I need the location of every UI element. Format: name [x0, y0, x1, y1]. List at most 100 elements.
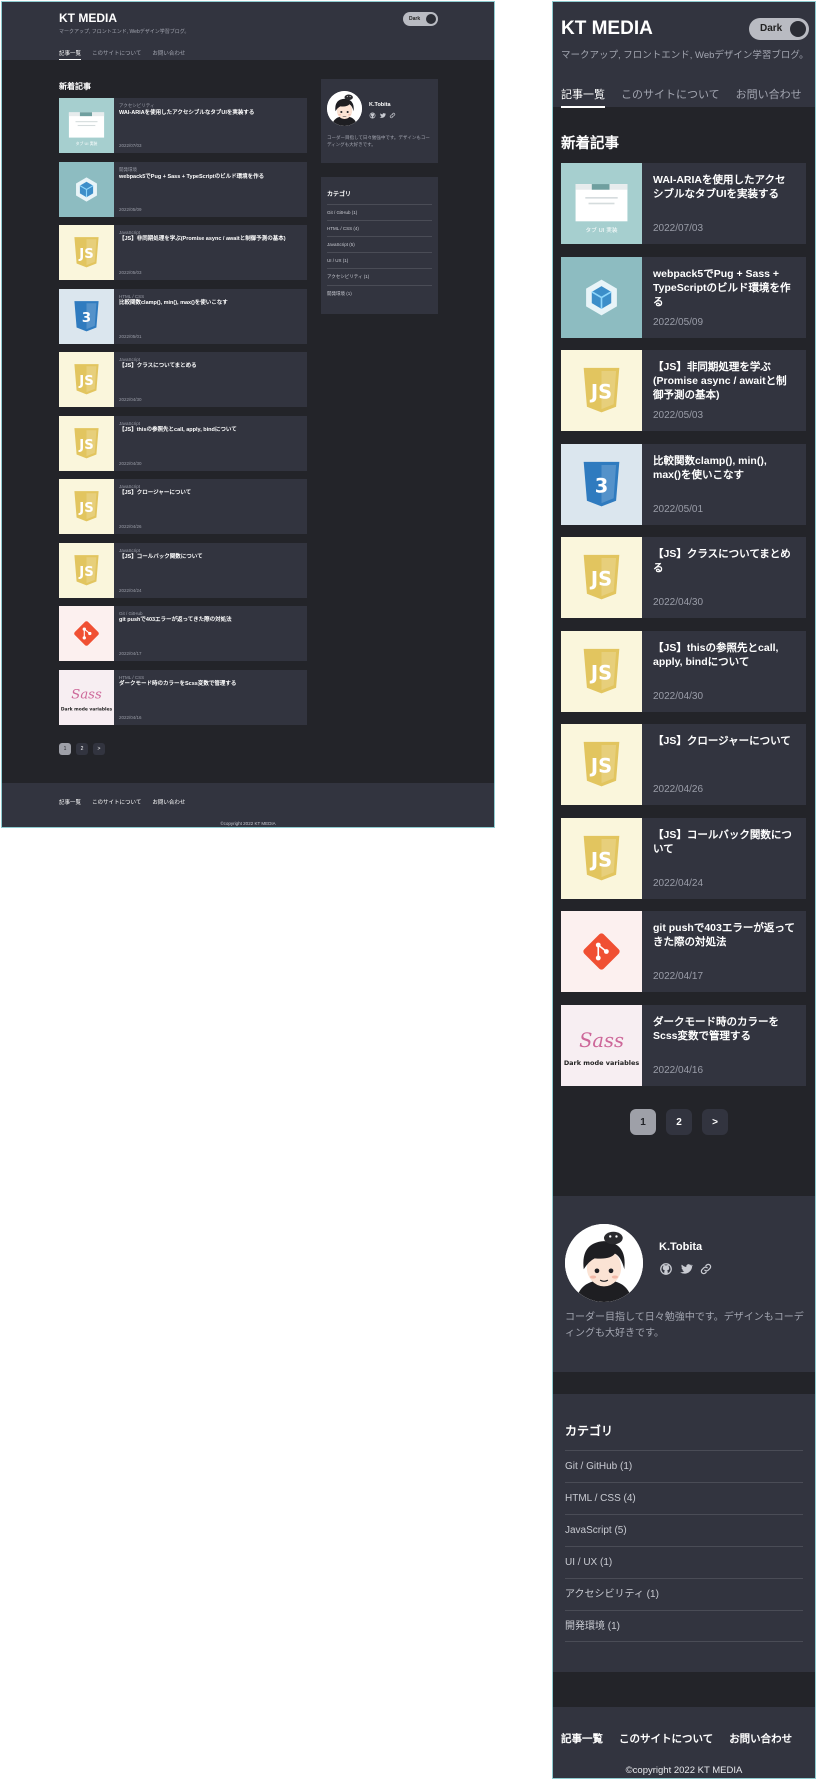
- article-card[interactable]: JS 【JS】thisの参照先とcall, apply, bindについて 202…: [561, 630, 806, 712]
- article-title[interactable]: 【JS】クロージャーについて: [653, 734, 795, 748]
- article-title[interactable]: 【JS】thisの参照先とcall, apply, bindについて: [653, 641, 795, 669]
- article-title[interactable]: WAI-ARIAを使用したアクセシブルなタブUIを実装する: [653, 173, 795, 201]
- webpack-icon[interactable]: [561, 256, 642, 338]
- article-category[interactable]: 開発環境: [119, 167, 302, 173]
- article-title[interactable]: 【JS】thisの参照先とcall, apply, bindについて: [119, 427, 302, 434]
- category-item[interactable]: HTML / CSS (4): [327, 220, 432, 236]
- article-card[interactable]: JS JavaScript 【JS】クロージャーについて 2022/04/26: [59, 479, 307, 534]
- article-card[interactable]: JS JavaScript 【JS】非同期処理を学ぶ(Promise async …: [59, 225, 307, 280]
- article-title[interactable]: 比較関数clamp(), min(), max()を使いこなす: [653, 454, 795, 482]
- sass-icon[interactable]: Sass Dark mode variables: [59, 669, 114, 725]
- page-1-button[interactable]: 1: [59, 743, 71, 755]
- nav-item-about[interactable]: このサイトについて: [621, 86, 720, 108]
- next-page-button[interactable]: >: [93, 743, 105, 755]
- category-item[interactable]: 開発環境 (1): [327, 285, 432, 302]
- git-icon[interactable]: [59, 606, 114, 661]
- category-item[interactable]: アクセシビリティ (1): [327, 268, 432, 285]
- category-item[interactable]: UI / UX (1): [565, 1546, 803, 1578]
- article-card[interactable]: JS JavaScript 【JS】コールバック関数について 2022/04/24: [59, 542, 307, 598]
- twitter-icon[interactable]: [679, 1262, 693, 1276]
- nav-item-contact[interactable]: お問い合わせ: [736, 86, 802, 108]
- article-card[interactable]: JS JavaScript 【JS】クラスについてまとめる 2022/04/30: [59, 352, 307, 407]
- category-item[interactable]: JavaScript (5): [565, 1514, 803, 1546]
- javascript-icon[interactable]: JS: [561, 350, 642, 431]
- footer-nav-about[interactable]: このサイトについて: [92, 798, 141, 806]
- category-item[interactable]: Git / GitHub (1): [327, 204, 432, 220]
- link-icon[interactable]: [389, 112, 396, 119]
- github-icon[interactable]: [369, 112, 376, 119]
- javascript-icon[interactable]: JS: [561, 724, 642, 805]
- twitter-icon[interactable]: [379, 112, 386, 119]
- javascript-icon[interactable]: JS: [561, 817, 642, 899]
- article-category[interactable]: JavaScript: [119, 230, 302, 235]
- article-category[interactable]: アクセシビリティ: [119, 103, 302, 109]
- article-card[interactable]: Sass Dark mode variables HTML / CSS ダークモード…: [59, 669, 307, 725]
- article-title[interactable]: 【JS】非同期処理を学ぶ(Promise async / awaitと制御予測の…: [119, 236, 302, 243]
- site-logo[interactable]: KT MEDIA: [561, 18, 653, 40]
- footer-nav-articles[interactable]: 記事一覧: [59, 798, 81, 806]
- article-category[interactable]: Git / GitHub: [119, 611, 302, 616]
- article-category[interactable]: JavaScript: [119, 357, 302, 362]
- javascript-icon[interactable]: JS: [59, 415, 114, 471]
- article-card[interactable]: タブ UI 実装 アクセシビリティ WAI-ARIAを使用したアクセシブルなタブUI…: [59, 98, 307, 153]
- git-icon[interactable]: [561, 911, 642, 992]
- article-card[interactable]: タブ UI 実装 WAI-ARIAを使用したアクセシブルなタブUIを実装する 202…: [561, 163, 806, 244]
- javascript-icon[interactable]: JS: [561, 537, 642, 618]
- css3-icon[interactable]: 3: [561, 443, 642, 525]
- link-icon[interactable]: [699, 1262, 713, 1276]
- article-card[interactable]: JS 【JS】非同期処理を学ぶ(Promise async / awaitと制御…: [561, 350, 806, 431]
- article-card[interactable]: JS JavaScript 【JS】thisの参照先とcall, apply, b…: [59, 415, 307, 471]
- nav-item-articles[interactable]: 記事一覧: [59, 49, 82, 60]
- nav-item-articles[interactable]: 記事一覧: [561, 86, 605, 108]
- article-title[interactable]: webpack5でPug + Sass + TypeScriptのビルド環境を作…: [119, 174, 302, 181]
- css3-icon[interactable]: 3: [59, 288, 114, 344]
- page-2-button[interactable]: 2: [666, 1109, 692, 1135]
- article-category[interactable]: JavaScript: [119, 548, 302, 553]
- page-1-button[interactable]: 1: [630, 1109, 656, 1135]
- javascript-icon[interactable]: JS: [561, 630, 642, 712]
- category-item[interactable]: 開発環境 (1): [565, 1610, 803, 1642]
- article-card[interactable]: 3 HTML / CSS 比較関数clamp(), min(), max()を使い…: [59, 288, 307, 344]
- article-title[interactable]: 【JS】コールバック関数について: [119, 554, 302, 561]
- article-title[interactable]: 【JS】非同期処理を学ぶ(Promise async / awaitと制御予測の…: [653, 360, 795, 403]
- tab-ui-icon[interactable]: タブ UI 実装: [561, 163, 642, 244]
- javascript-icon[interactable]: JS: [59, 352, 114, 407]
- theme-toggle[interactable]: Dark: [403, 12, 438, 26]
- nav-item-about[interactable]: このサイトについて: [92, 49, 141, 60]
- article-card[interactable]: 開発環境 webpack5でPug + Sass + TypeScriptのビルド…: [59, 161, 307, 217]
- article-card[interactable]: 3 比較関数clamp(), min(), max()を使いこなす 2022/05…: [561, 443, 806, 525]
- article-title[interactable]: 【JS】クラスについてまとめる: [653, 547, 795, 575]
- javascript-icon[interactable]: JS: [59, 225, 114, 280]
- category-item[interactable]: HTML / CSS (4): [565, 1482, 803, 1514]
- article-title[interactable]: 【JS】クロージャーについて: [119, 490, 302, 497]
- article-card[interactable]: git pushで403エラーが返ってきた際の対処法 2022/04/17: [561, 911, 806, 992]
- article-card[interactable]: Git / GitHub git pushで403エラーが返ってきた際の対処法 20…: [59, 606, 307, 661]
- article-title[interactable]: WAI-ARIAを使用したアクセシブルなタブUIを実装する: [119, 110, 302, 117]
- tab-ui-icon[interactable]: タブ UI 実装: [59, 98, 114, 153]
- article-category[interactable]: JavaScript: [119, 484, 302, 489]
- article-title[interactable]: git pushで403エラーが返ってきた際の対処法: [119, 617, 302, 624]
- footer-nav-contact[interactable]: お問い合わせ: [152, 798, 185, 806]
- category-item[interactable]: UI / UX (1): [327, 252, 432, 268]
- github-icon[interactable]: [659, 1262, 673, 1276]
- category-item[interactable]: JavaScript (5): [327, 236, 432, 252]
- article-card[interactable]: webpack5でPug + Sass + TypeScriptのビルド環境を作…: [561, 256, 806, 338]
- article-category[interactable]: HTML / CSS: [119, 675, 302, 680]
- site-logo[interactable]: KT MEDIA: [59, 11, 117, 25]
- javascript-icon[interactable]: JS: [59, 479, 114, 534]
- article-category[interactable]: HTML / CSS: [119, 294, 302, 299]
- nav-item-contact[interactable]: お問い合わせ: [152, 49, 185, 60]
- article-title[interactable]: ダークモード時のカラーをScss変数で管理する: [653, 1015, 795, 1043]
- article-card[interactable]: JS 【JS】クラスについてまとめる 2022/04/30: [561, 537, 806, 618]
- footer-nav-about[interactable]: このサイトについて: [619, 1731, 713, 1746]
- article-card[interactable]: Sass Dark mode variables ダークモード時のカラーをScss…: [561, 1004, 806, 1086]
- article-category[interactable]: JavaScript: [119, 421, 302, 426]
- article-card[interactable]: JS 【JS】クロージャーについて 2022/04/26: [561, 724, 806, 805]
- article-title[interactable]: webpack5でPug + Sass + TypeScriptのビルド環境を作…: [653, 267, 795, 310]
- sass-icon[interactable]: Sass Dark mode variables: [561, 1004, 642, 1086]
- article-title[interactable]: 比較関数clamp(), min(), max()を使いこなす: [119, 300, 302, 307]
- theme-toggle[interactable]: Dark: [749, 18, 809, 40]
- footer-nav-contact[interactable]: お問い合わせ: [729, 1731, 792, 1746]
- article-title[interactable]: git pushで403エラーが返ってきた際の対処法: [653, 921, 795, 949]
- article-title[interactable]: ダークモード時のカラーをScss変数で管理する: [119, 681, 302, 688]
